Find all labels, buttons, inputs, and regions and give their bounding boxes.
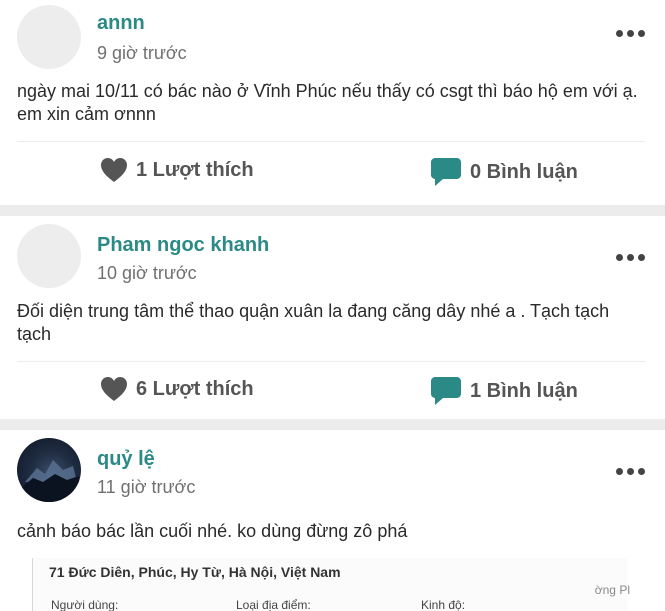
embedded-screenshot[interactable]: 71 Đức Diên, Phúc, Hy Từ, Hà Nội, Việt N…: [32, 558, 630, 611]
comment-button[interactable]: 1 Bình luận: [430, 376, 578, 406]
post-content: cảnh báo bác lần cuối nhé. ko dùng đừng …: [17, 521, 408, 541]
post-content: Đối diện trung tâm thể thao quận xuân la…: [17, 301, 610, 344]
post-time: 11 giờ trước: [97, 477, 196, 497]
embed-label: Kinh độ:: [421, 598, 466, 611]
post-time: 9 giờ trước: [97, 43, 187, 63]
like-button[interactable]: 6 Lượt thích: [100, 376, 254, 402]
avatar[interactable]: [17, 438, 81, 502]
comment-count: 1 Bình luận: [470, 379, 578, 402]
speech-bubble-icon: [431, 377, 461, 405]
post-card: Pham ngoc khanh 10 giờ trước Đối diện tr…: [0, 216, 665, 419]
post-content: ngày mai 10/11 có bác nào ở Vĩnh Phúc nế…: [17, 81, 638, 124]
like-count: 6 Lượt thích: [136, 377, 254, 400]
comment-button[interactable]: 0 Bình luận: [430, 157, 578, 187]
post-time: 10 giờ trước: [97, 263, 197, 283]
author-name[interactable]: Pham ngoc khanh: [97, 234, 269, 257]
more-dots-icon[interactable]: [616, 468, 645, 475]
post-card: quỷ lệ 11 giờ trước cảnh báo bác lần cuố…: [0, 430, 665, 611]
embed-address: 71 Đức Diên, Phúc, Hy Từ, Hà Nội, Việt N…: [49, 564, 341, 580]
author-name[interactable]: annn: [97, 12, 145, 35]
more-dots-icon[interactable]: [616, 30, 645, 37]
divider: [17, 141, 645, 142]
embed-label: Người dùng:: [51, 598, 119, 611]
avatar[interactable]: [17, 5, 81, 69]
like-count: 1 Lượt thích: [136, 158, 254, 181]
avatar[interactable]: [17, 224, 81, 288]
comment-count: 0 Bình luận: [470, 160, 578, 183]
speech-bubble-icon: [431, 158, 461, 186]
embed-field-labels: Người dùng: Loại địa điểm: Kinh độ:: [51, 598, 465, 611]
avatar-image: [17, 460, 81, 502]
more-dots-icon[interactable]: [616, 254, 645, 261]
heart-icon: [101, 377, 127, 401]
author-name[interactable]: quỷ lệ: [97, 448, 155, 471]
embed-label: Loại địa điểm:: [236, 598, 311, 611]
embed-side-text: ờng Pl: [594, 583, 630, 597]
divider: [17, 361, 645, 362]
like-button[interactable]: 1 Lượt thích: [100, 157, 254, 183]
heart-icon: [101, 158, 127, 182]
post-card: annn 9 giờ trước ngày mai 10/11 có bác n…: [0, 0, 665, 205]
